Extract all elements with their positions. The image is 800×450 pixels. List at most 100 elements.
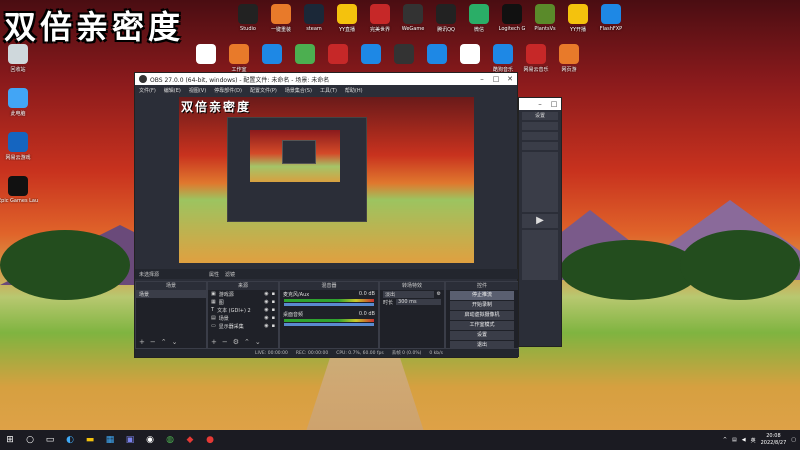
eye-icon[interactable]: ◉: [264, 291, 268, 297]
taskbar: ⊞ ○ ▭ ◐ ▬ ▦ ▣ ◉ ◍ ◆ ● ^ ▤ ◀ 英 20:08 2022…: [0, 430, 800, 450]
eye-icon[interactable]: ◉: [264, 323, 268, 329]
play-icon[interactable]: ▶: [522, 214, 558, 228]
scene-item[interactable]: 场景: [136, 290, 206, 298]
windows-start-icon[interactable]: ⊞: [0, 430, 20, 450]
source-item[interactable]: ▦ 图 ◉ ▪: [208, 298, 278, 306]
menu-item[interactable]: 编辑(E): [164, 87, 181, 94]
remove-icon[interactable]: −: [222, 338, 228, 346]
maximize-button[interactable]: □: [547, 98, 561, 110]
desktop-icon[interactable]: 网易云游戏: [0, 132, 38, 161]
edge-icon[interactable]: ◐: [60, 430, 80, 450]
menu-item[interactable]: 文件(F): [139, 87, 156, 94]
down-icon[interactable]: ⌄: [172, 338, 178, 346]
control-button[interactable]: 工作室模式: [450, 321, 514, 330]
close-button[interactable]: ✕: [503, 73, 517, 85]
control-button[interactable]: 开始录制: [450, 301, 514, 310]
obs2-control-button[interactable]: [522, 122, 558, 130]
volume-slider[interactable]: [284, 303, 374, 306]
down-icon[interactable]: ⌄: [255, 338, 261, 346]
obs-taskbar-icon[interactable]: ◉: [140, 430, 160, 450]
control-button[interactable]: 停止推流: [450, 291, 514, 300]
add-icon[interactable]: +: [139, 338, 145, 346]
obs2-settings-button[interactable]: 设置: [522, 112, 558, 120]
menu-item[interactable]: 帮助(H): [345, 87, 363, 94]
filters-button[interactable]: 滤镜: [225, 271, 235, 278]
lock-icon[interactable]: ▪: [272, 299, 275, 305]
task-view-icon[interactable]: ▭: [40, 430, 60, 450]
app-icon: [8, 44, 28, 64]
control-button[interactable]: 启动虚拟摄像机: [450, 311, 514, 320]
network-icon[interactable]: ▤: [732, 437, 737, 443]
desktop-icon[interactable]: Epic Games Launcher: [0, 176, 38, 204]
remove-icon[interactable]: −: [150, 338, 156, 346]
netease-icon[interactable]: ◆: [180, 430, 200, 450]
app-icon: [229, 44, 249, 64]
source-item[interactable]: ▭ 显示器采集 ◉ ▪: [208, 322, 278, 330]
source-item-label: 显示器采集: [218, 323, 244, 330]
gear-icon[interactable]: ⚙: [437, 291, 441, 297]
volume-slider[interactable]: [284, 323, 374, 326]
scene-item-label: 场景: [139, 291, 150, 298]
desktop-icon[interactable]: 回收站: [0, 44, 38, 73]
eye-icon[interactable]: ◉: [264, 307, 268, 313]
obs-titlebar[interactable]: OBS 27.0.0 (64-bit, windows) - 配置文件: 未命名…: [135, 73, 517, 85]
lock-icon[interactable]: ▪: [272, 307, 275, 313]
minimize-button[interactable]: –: [475, 73, 489, 85]
minimize-button[interactable]: –: [533, 98, 547, 110]
obs2-control-button[interactable]: [522, 132, 558, 140]
obs-preview[interactable]: 双倍亲密度: [179, 97, 474, 263]
menu-item[interactable]: 场景集合(S): [285, 87, 312, 94]
volume-icon[interactable]: ◀: [742, 437, 746, 443]
source-type-icon: ▤: [211, 315, 216, 321]
chrome-icon[interactable]: ◍: [160, 430, 180, 450]
source-item[interactable]: T 文本 (GDI+) 2 ◉ ▪: [208, 306, 278, 314]
volume-meter: [284, 319, 374, 322]
language-indicator[interactable]: 英: [751, 437, 756, 444]
eye-icon[interactable]: ◉: [264, 299, 268, 305]
mixer-dock: 混音器 麦克风/Aux 0.0 dB 桌面音频 0.0 dB: [279, 281, 379, 349]
desktop-icon[interactable]: FlashFXP: [591, 4, 631, 32]
file-explorer-icon[interactable]: ▬: [80, 430, 100, 450]
lock-icon[interactable]: ▪: [272, 315, 275, 321]
teams-icon[interactable]: ▣: [120, 430, 140, 450]
overlay-title-text: 双倍亲密度: [4, 8, 185, 46]
store-icon[interactable]: ▦: [100, 430, 120, 450]
menu-item[interactable]: 配置文件(P): [250, 87, 277, 94]
up-icon[interactable]: ⌃: [161, 338, 167, 346]
app-icon: [337, 4, 357, 24]
menu-item[interactable]: 视图(V): [189, 87, 206, 94]
lock-icon[interactable]: ▪: [272, 291, 275, 297]
obs-secondary-window[interactable]: – □ 设置 ▶: [518, 97, 562, 347]
app-icon: [526, 44, 546, 64]
control-button[interactable]: 设置: [450, 331, 514, 340]
eye-icon[interactable]: ◉: [264, 315, 268, 321]
menu-item[interactable]: 工具(T): [320, 87, 337, 94]
properties-button[interactable]: 属性: [209, 271, 219, 278]
source-item[interactable]: ▤ 场景 ◉ ▪: [208, 314, 278, 322]
obs2-titlebar[interactable]: – □: [519, 98, 561, 110]
maximize-button[interactable]: □: [489, 73, 503, 85]
nested-preview-canvas: [250, 130, 340, 182]
gear-icon[interactable]: ⚙: [233, 338, 239, 346]
lock-icon[interactable]: ▪: [272, 323, 275, 329]
app-icon: [271, 4, 291, 24]
obs2-control-button[interactable]: [522, 142, 558, 150]
chevron-up-icon[interactable]: ^: [723, 437, 727, 443]
preview-canvas: 双倍亲密度: [179, 97, 474, 263]
sources-dock-title: 来源: [208, 282, 278, 290]
obs2-taskbar-icon[interactable]: ●: [200, 430, 220, 450]
transition-select[interactable]: 淡出: [383, 290, 434, 298]
search-icon[interactable]: ○: [20, 430, 40, 450]
app-icon: [535, 4, 555, 24]
desktop-icon[interactable]: 网页游: [549, 44, 589, 73]
obs-window[interactable]: OBS 27.0.0 (64-bit, windows) - 配置文件: 未命名…: [134, 72, 519, 358]
clock[interactable]: 20:08 2022/8/27: [761, 433, 787, 447]
add-icon[interactable]: +: [211, 338, 217, 346]
duration-input[interactable]: 300 ms: [396, 299, 441, 305]
menu-item[interactable]: 停靠部件(D): [214, 87, 242, 94]
desktop-icon[interactable]: 此电脑: [0, 88, 38, 117]
up-icon[interactable]: ⌃: [244, 338, 250, 346]
source-item[interactable]: ▣ 游戏源 ◉ ▪: [208, 290, 278, 298]
app-icon: [460, 44, 480, 64]
notification-icon[interactable]: ▢: [791, 437, 796, 443]
